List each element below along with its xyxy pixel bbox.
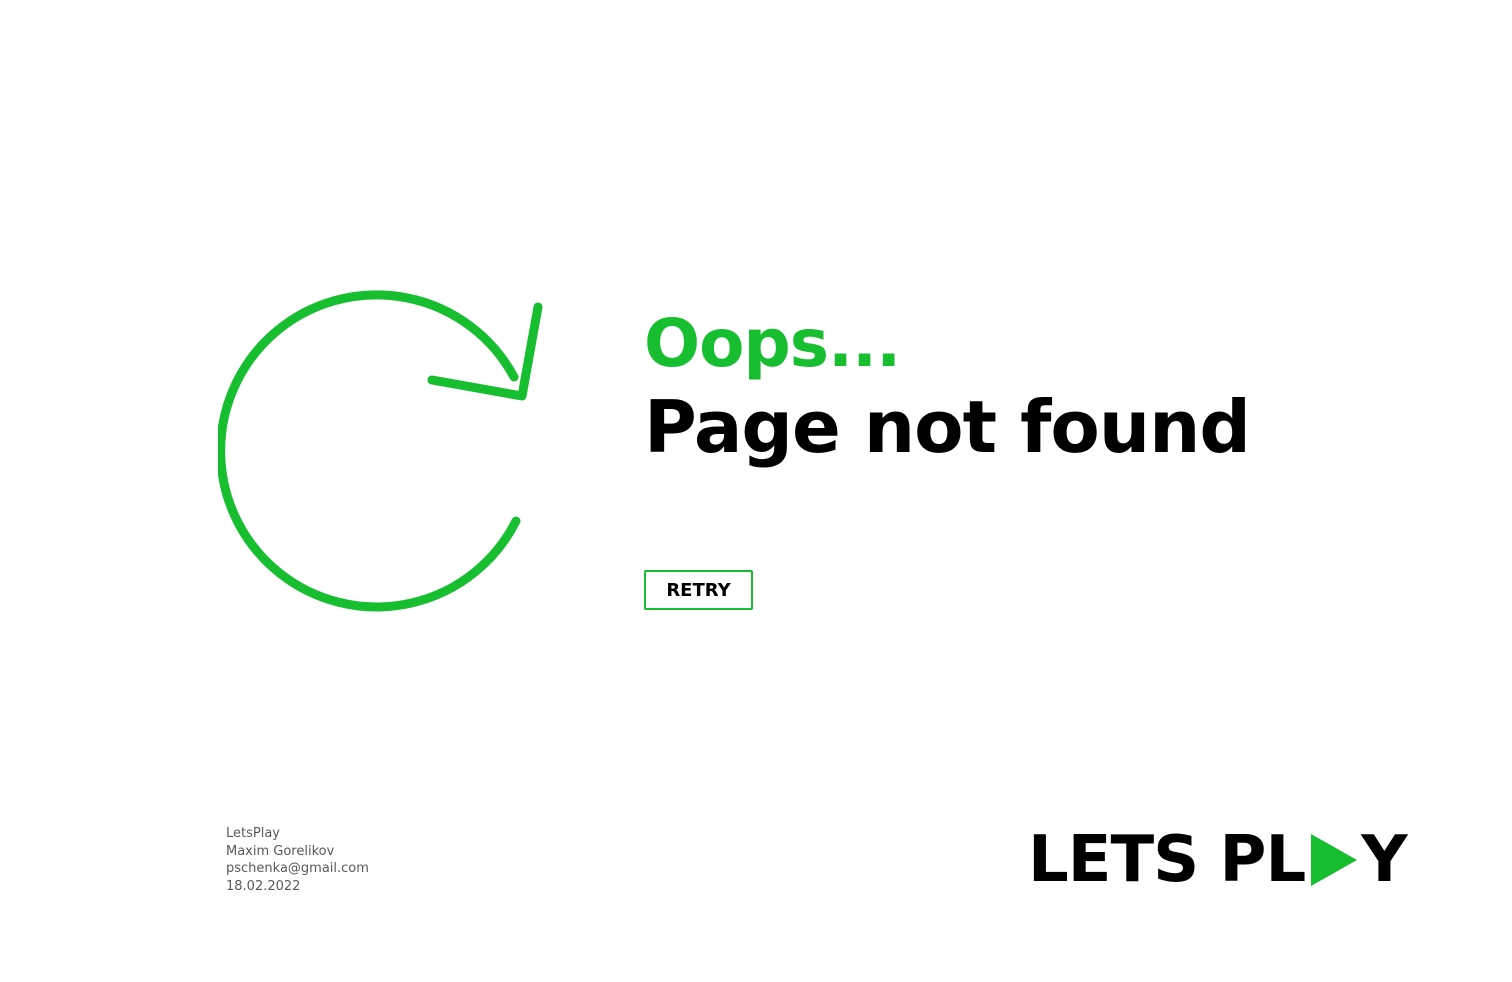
retry-button[interactable]: RETRY <box>644 570 753 610</box>
footer-date: 18.02.2022 <box>226 878 301 894</box>
footer-app-name: LetsPlay <box>226 826 280 841</box>
logo-text-left: LETS PL <box>1028 823 1306 897</box>
lets-play-logo: LETS PL Y <box>1028 822 1408 898</box>
footer-info: LetsPlay Maxim Gorelikov pschenka@gmail.… <box>226 825 369 895</box>
footer-author: Maxim Gorelikov <box>226 843 335 859</box>
footer-email: pschenka@gmail.com <box>226 861 369 876</box>
refresh-icon <box>218 290 543 612</box>
play-icon <box>1307 832 1359 888</box>
page-title: Page not found <box>644 385 1251 469</box>
oops-text: Oops... <box>644 305 901 382</box>
error-heading: Oops... Page not found <box>644 304 1251 470</box>
logo-text-right: Y <box>1361 823 1407 897</box>
